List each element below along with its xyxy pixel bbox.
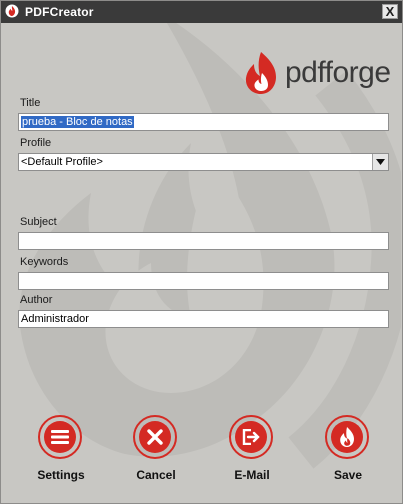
email-button[interactable]: E-Mail (217, 415, 287, 485)
close-icon: X (385, 4, 395, 19)
settings-label: Settings (37, 468, 85, 482)
cancel-button[interactable]: Cancel (121, 415, 191, 485)
pdfcreator-window: PDFCreator X pdfforge Title prueba - Blo… (0, 0, 403, 504)
pdfforge-logo: pdfforge (241, 51, 391, 95)
cancel-x-icon (147, 429, 163, 445)
email-export-icon (242, 429, 260, 445)
author-field[interactable]: Administrador (18, 310, 389, 328)
keywords-label: Keywords (20, 256, 69, 268)
profile-value: <Default Profile> (21, 156, 103, 168)
email-label: E-Mail (234, 468, 270, 482)
close-button[interactable]: X (382, 4, 398, 19)
save-label: Save (333, 468, 363, 482)
chevron-down-icon (376, 159, 385, 165)
hamburger-menu-icon (51, 430, 69, 444)
pdfforge-flame-icon (245, 52, 276, 94)
title-field[interactable]: prueba - Bloc de notas (18, 113, 389, 131)
cancel-label: Cancel (136, 468, 176, 482)
logo-text: pdfforge (285, 56, 391, 89)
title-value: prueba - Bloc de notas (21, 116, 134, 128)
dialog-content: pdfforge Title prueba - Bloc de notas Pr… (1, 23, 402, 503)
profile-label: Profile (20, 137, 52, 149)
dropdown-button[interactable] (372, 154, 388, 170)
flame-icon (340, 427, 354, 447)
keywords-field[interactable] (18, 272, 389, 290)
author-value: Administrador (21, 313, 89, 325)
profile-dropdown[interactable]: <Default Profile> (18, 153, 389, 171)
save-button[interactable]: Save (313, 415, 383, 485)
title-bar[interactable]: PDFCreator X (1, 1, 402, 23)
settings-button[interactable]: Settings (26, 415, 96, 485)
title-label: Title (20, 97, 41, 109)
subject-label: Subject (20, 216, 57, 228)
window-title: PDFCreator (25, 5, 94, 19)
subject-field[interactable] (18, 232, 389, 250)
pdfcreator-app-icon (5, 4, 19, 18)
author-label: Author (20, 294, 53, 306)
